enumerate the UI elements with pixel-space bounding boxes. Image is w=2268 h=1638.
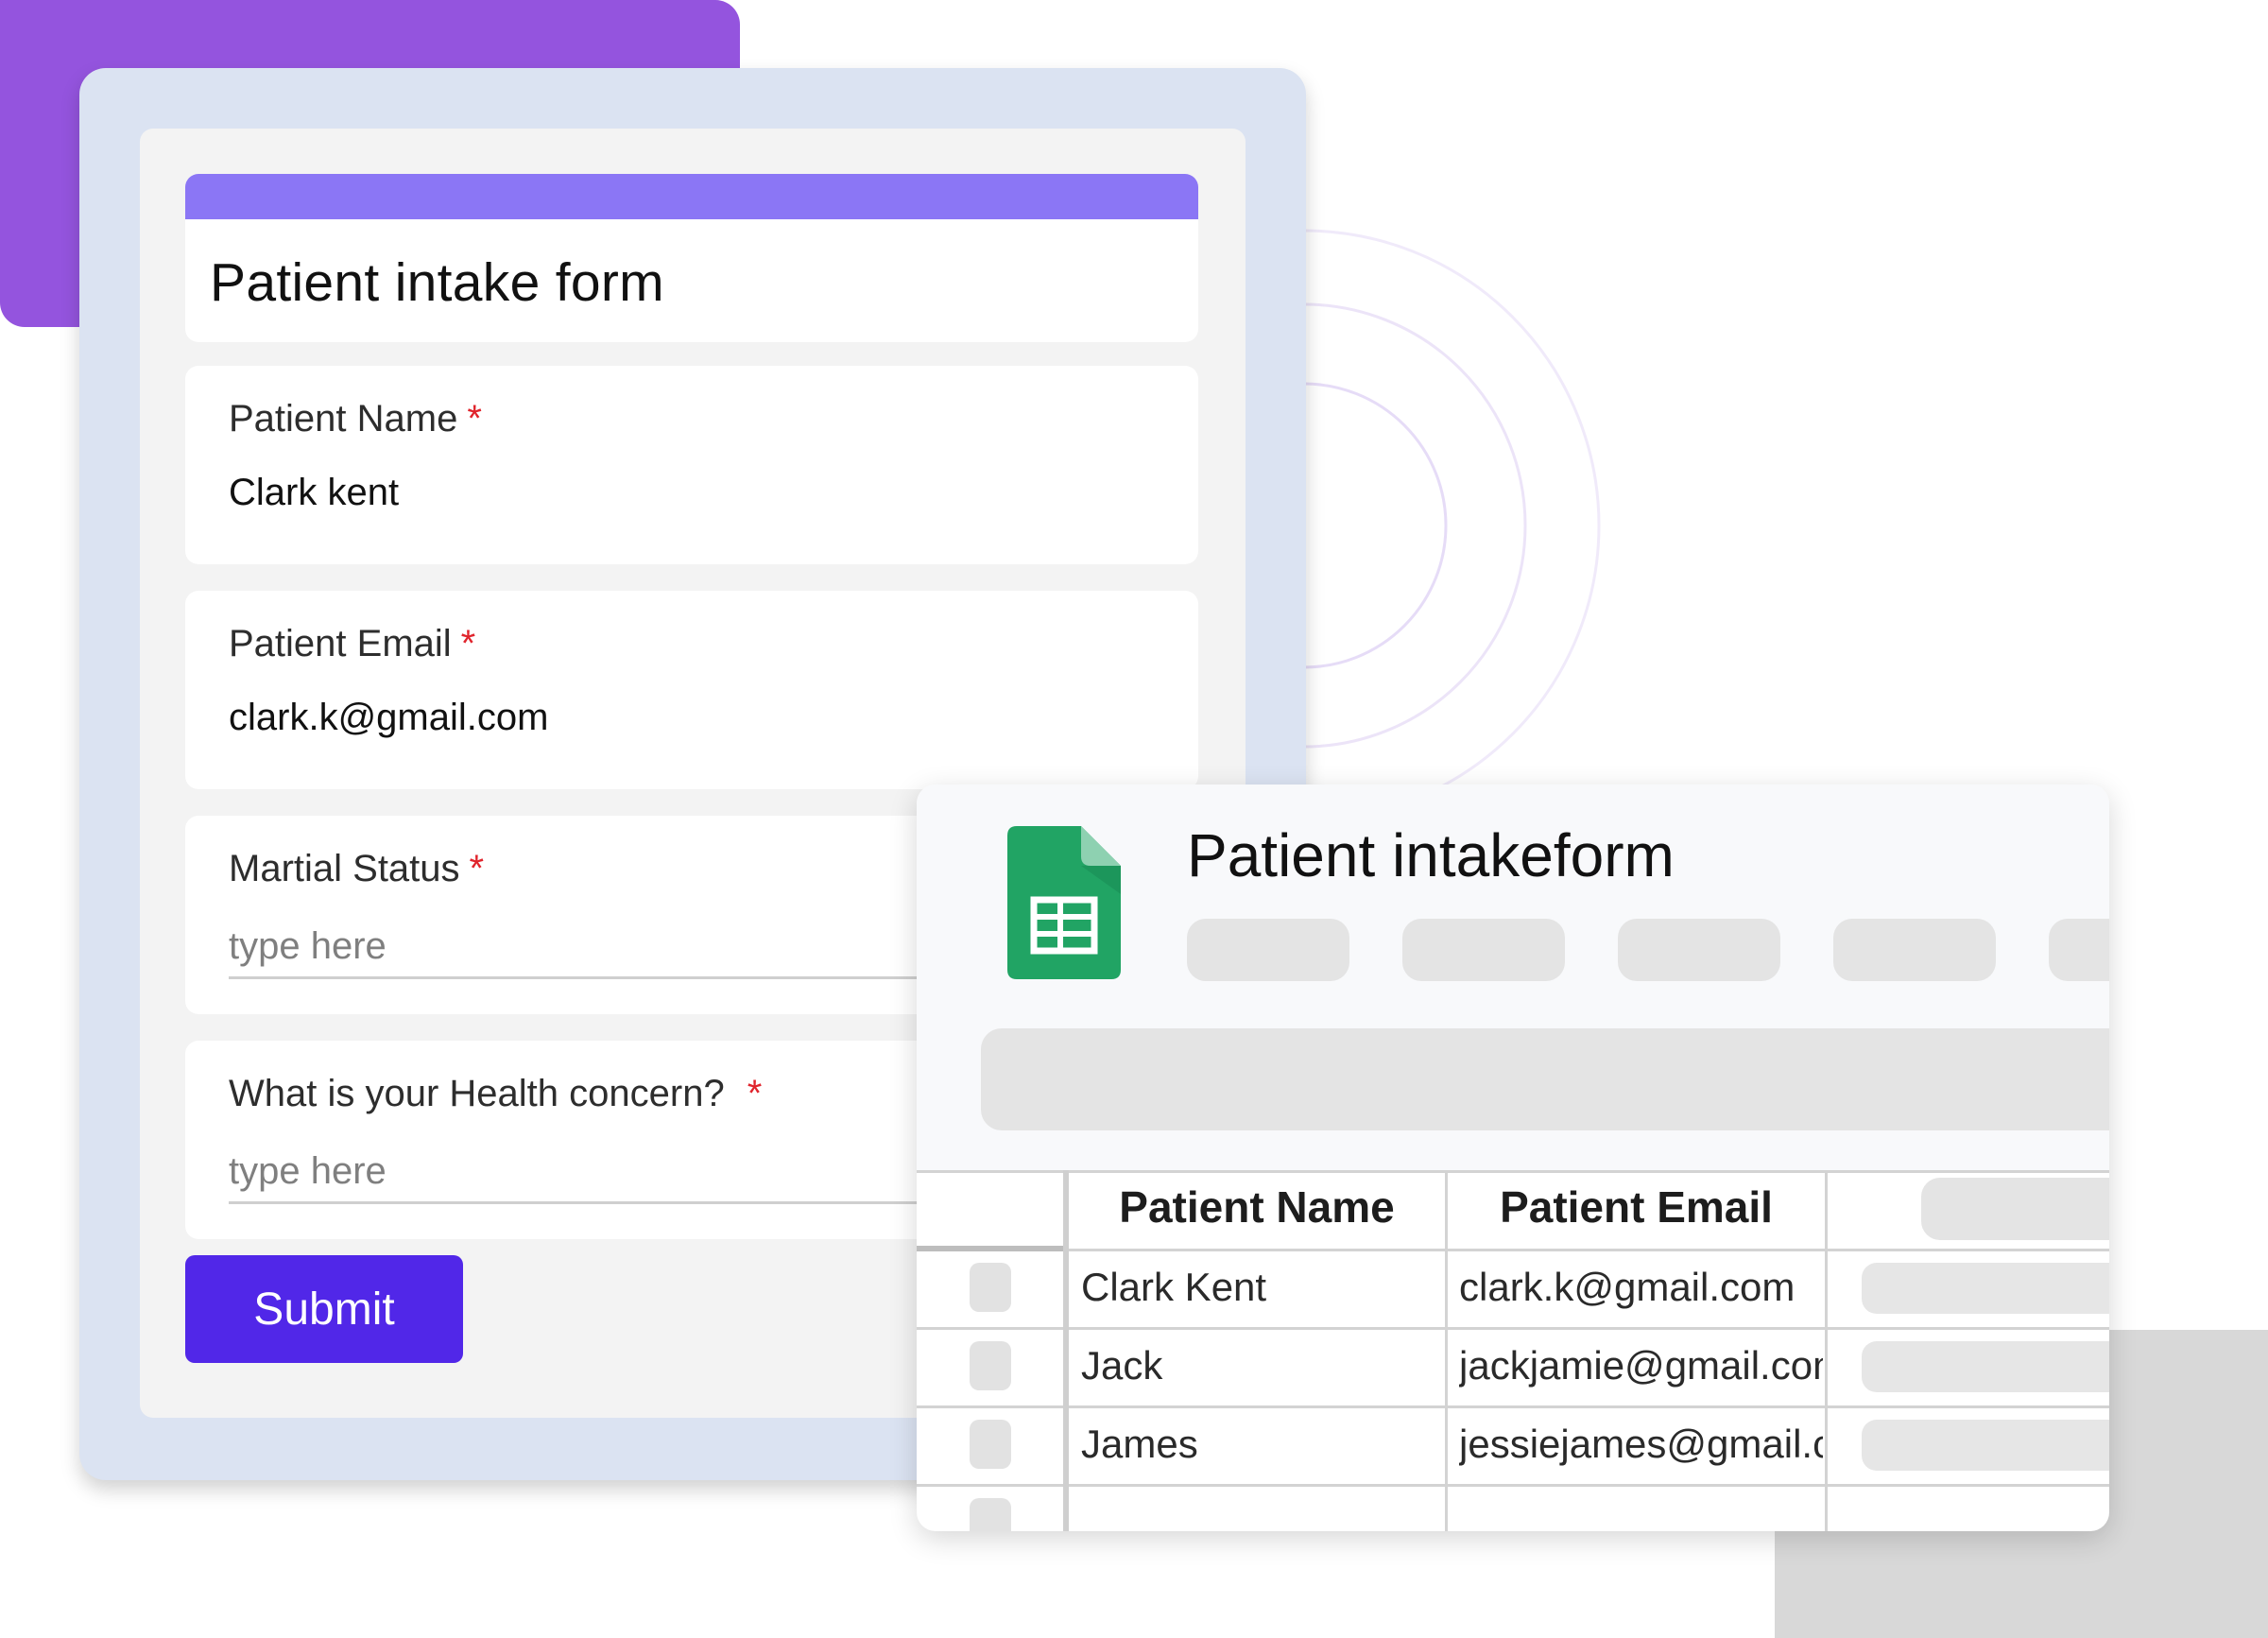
- question-label-text: Patient Email: [229, 623, 452, 664]
- grid-line: [917, 1249, 2109, 1251]
- question-label-text: What is your Health concern?: [229, 1073, 725, 1114]
- cell-placeholder[interactable]: [1862, 1341, 2109, 1392]
- google-sheets-icon[interactable]: [1007, 826, 1121, 979]
- grid-line: [917, 1327, 2109, 1330]
- row-selector[interactable]: [970, 1263, 1011, 1312]
- spreadsheet-window: Patient intakeform Patient Name Patient …: [917, 785, 2109, 1531]
- required-marker: *: [747, 1073, 763, 1114]
- grid-line: [1825, 1170, 1828, 1531]
- grid-line: [917, 1405, 2109, 1408]
- submit-button[interactable]: Submit: [185, 1255, 463, 1363]
- required-marker: *: [469, 848, 485, 889]
- column-header-placeholder[interactable]: [1921, 1178, 2109, 1240]
- cell-patient-name[interactable]: James: [1081, 1422, 1440, 1467]
- cell-placeholder[interactable]: [1862, 1420, 2109, 1471]
- row-selector[interactable]: [970, 1341, 1011, 1390]
- question-label: What is your Health concern? *: [229, 1073, 762, 1115]
- required-marker: *: [467, 398, 482, 440]
- spreadsheet-title[interactable]: Patient intakeform: [1187, 820, 1675, 890]
- question-label-text: Martial Status: [229, 848, 460, 889]
- required-marker: *: [460, 623, 476, 664]
- question-patient-name: Patient Name * Clark kent: [185, 366, 1198, 564]
- header-corner-shadow: [917, 1246, 1063, 1251]
- column-header-patient-name[interactable]: Patient Name: [1069, 1181, 1445, 1233]
- row-selector[interactable]: [970, 1420, 1011, 1469]
- question-label: Patient Email *: [229, 623, 475, 665]
- cell-patient-name[interactable]: Clark Kent: [1081, 1265, 1440, 1310]
- form-accent-bar: [185, 174, 1198, 219]
- toolbar-placeholder[interactable]: [1187, 919, 1349, 981]
- patient-name-answer[interactable]: Clark kent: [229, 472, 399, 514]
- question-label-text: Patient Name: [229, 398, 458, 440]
- cell-patient-email[interactable]: jessiejames@gmail.com: [1459, 1422, 1823, 1467]
- toolbar-placeholder[interactable]: [2049, 919, 2109, 981]
- toolbar-placeholder[interactable]: [1833, 919, 1996, 981]
- toolbar-placeholder[interactable]: [1618, 919, 1780, 981]
- question-patient-email: Patient Email * clark.k@gmail.com: [185, 591, 1198, 789]
- row-selector[interactable]: [970, 1498, 1011, 1531]
- question-label: Martial Status *: [229, 848, 484, 890]
- toolbar-placeholder[interactable]: [1402, 919, 1565, 981]
- column-header-patient-email[interactable]: Patient Email: [1448, 1181, 1825, 1233]
- cell-patient-name[interactable]: Jack: [1081, 1343, 1440, 1388]
- grid-line: [917, 1170, 2109, 1173]
- form-title: Patient intake form: [210, 252, 664, 313]
- formula-bar[interactable]: [981, 1028, 2109, 1130]
- cell-patient-email[interactable]: clark.k@gmail.com: [1459, 1265, 1823, 1310]
- spreadsheet-grid: Patient Name Patient Email Clark Kent cl…: [917, 1170, 2109, 1531]
- cell-patient-email[interactable]: jackjamie@gmail.com: [1459, 1343, 1823, 1388]
- question-label: Patient Name *: [229, 398, 482, 440]
- cell-placeholder[interactable]: [1862, 1263, 2109, 1314]
- patient-email-answer[interactable]: clark.k@gmail.com: [229, 697, 548, 739]
- spreadsheet-header: Patient intakeform: [917, 785, 2109, 1172]
- form-title-card: Patient intake form: [185, 174, 1198, 342]
- grid-line: [917, 1484, 2109, 1487]
